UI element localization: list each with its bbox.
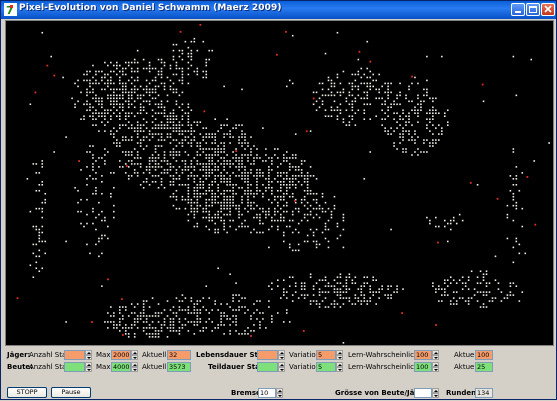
jaeger-variation-field[interactable]: 5 <box>316 350 336 360</box>
jaeger-label: Jäger: <box>7 351 31 359</box>
beute-lern-field[interactable]: 100 <box>414 362 432 372</box>
jaeger-aktuell-label: Aktuell: <box>142 351 169 359</box>
maximize-icon <box>529 6 537 13</box>
pause-button[interactable]: Pause <box>51 387 91 398</box>
close-button[interactable] <box>541 3 555 16</box>
teildauer-field[interactable] <box>257 362 278 372</box>
beute-aktuell-label: Aktuell: <box>142 363 169 371</box>
runden-field: 134 <box>475 388 493 398</box>
lebensdauer-field[interactable] <box>257 350 278 360</box>
beute-max-field[interactable]: 4000 <box>111 362 131 372</box>
minimize-button[interactable] <box>511 3 525 16</box>
app-logo-icon: 7 <box>4 3 17 16</box>
lebensdauer-spinner[interactable] <box>278 350 285 360</box>
simulation-canvas[interactable] <box>5 20 554 346</box>
runden-label: Runden: <box>446 389 479 397</box>
title-bar[interactable]: 7 Pixel-Evolution von Daniel Schwamm (Ma… <box>1 1 556 19</box>
jaeger-aktuell-field: 32 <box>167 350 191 360</box>
jaeger-max-spinner[interactable] <box>131 350 138 360</box>
jaeger-lern-spinner[interactable] <box>432 350 439 360</box>
teildauer-spinner[interactable] <box>278 362 285 372</box>
hunter-pixels <box>16 23 537 337</box>
minimize-icon <box>515 11 521 13</box>
beute-max-spinner[interactable] <box>131 362 138 372</box>
bremse-field[interactable]: 10 <box>258 388 276 398</box>
beute-variation-spinner[interactable] <box>336 362 343 372</box>
stopp-button[interactable]: STOPP <box>7 387 47 398</box>
jaeger-lern-aktuell-field: 100 <box>475 350 493 360</box>
jaeger-anzahl-start-spinner[interactable] <box>85 350 92 360</box>
beute-variation-field[interactable]: 5 <box>316 362 336 372</box>
groesse-spinner[interactable] <box>432 388 439 398</box>
prey-pixels <box>26 31 550 344</box>
beute-lern-aktuell-field: 25 <box>475 362 493 372</box>
window-title: Pixel-Evolution von Daniel Schwamm (Maer… <box>19 3 282 13</box>
groesse-field[interactable] <box>414 388 432 398</box>
bremse-spinner[interactable] <box>276 388 283 398</box>
jaeger-anzahl-start-field[interactable] <box>64 350 85 360</box>
beute-aktuell-field: 3573 <box>167 362 191 372</box>
jaeger-lern-field[interactable]: 100 <box>414 350 432 360</box>
beute-anzahl-start-field[interactable] <box>64 362 85 372</box>
jaeger-max-field[interactable]: 2000 <box>111 350 131 360</box>
app-window: 7 Pixel-Evolution von Daniel Schwamm (Ma… <box>0 0 557 400</box>
jaeger-variation-spinner[interactable] <box>336 350 343 360</box>
beute-lern-spinner[interactable] <box>432 362 439 372</box>
control-panel: Jäger: Anzahl Start: Max: 2000 Aktuell: … <box>1 348 557 401</box>
beute-anzahl-start-spinner[interactable] <box>85 362 92 372</box>
maximize-button[interactable] <box>526 3 540 16</box>
close-icon <box>544 5 552 13</box>
